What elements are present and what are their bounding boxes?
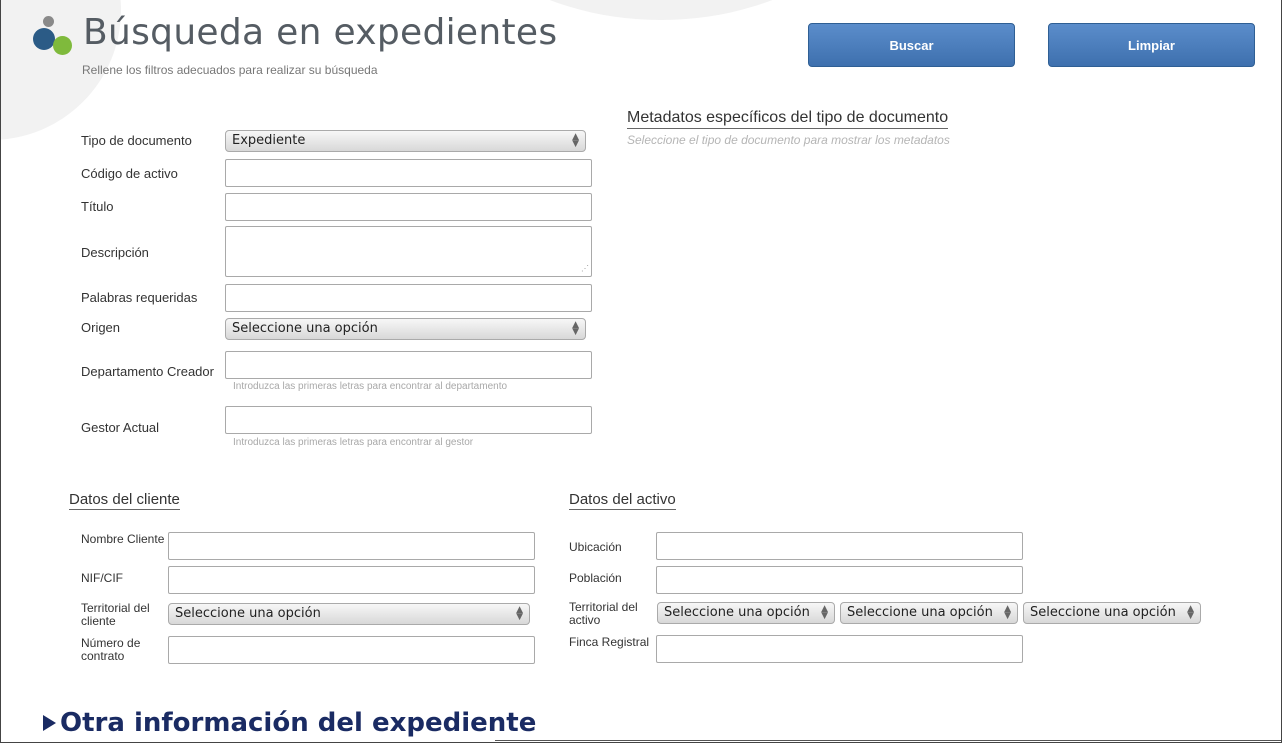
gestor-actual-input[interactable]: [225, 406, 592, 434]
palabras-requeridas-label: Palabras requeridas: [81, 290, 198, 305]
tipo-documento-select[interactable]: Expediente ▲ ▼: [225, 130, 586, 152]
metadatos-subtitle: Seleccione el tipo de documento para mos…: [627, 133, 950, 147]
descripcion-label: Descripción: [81, 245, 149, 260]
logo-dots-icon: [33, 16, 77, 60]
departamento-creador-label: Departamento Creador: [81, 364, 214, 379]
poblacion-input[interactable]: [656, 566, 1023, 594]
territorial-cliente-value: Seleccione una opción: [175, 606, 321, 621]
departamento-creador-input[interactable]: [225, 351, 592, 379]
territorial-activo-select-1[interactable]: Seleccione una opción ▲ ▼: [657, 602, 835, 624]
gestor-actual-label: Gestor Actual: [81, 420, 160, 435]
nombre-cliente-input[interactable]: [168, 532, 535, 560]
nif-cif-input[interactable]: [168, 566, 535, 594]
numero-contrato-input[interactable]: [168, 636, 535, 664]
updown-arrow-icon: ▲ ▼: [572, 320, 579, 337]
updown-arrow-icon: ▲ ▼: [1187, 604, 1194, 621]
otra-informacion-label: Otra información del expediente: [60, 708, 537, 738]
page-subtitle: Rellene los filtros adecuados para reali…: [82, 63, 378, 77]
finca-registral-input[interactable]: [656, 635, 1023, 663]
updown-arrow-icon: ▲ ▼: [1004, 604, 1011, 621]
territorial-activo-value-1: Seleccione una opción: [664, 605, 810, 620]
origen-label: Origen: [81, 320, 121, 335]
tipo-documento-value: Expediente: [232, 133, 306, 148]
origen-value: Seleccione una opción: [232, 321, 378, 336]
territorial-activo-value-3: Seleccione una opción: [1030, 605, 1176, 620]
territorial-cliente-select[interactable]: Seleccione una opción ▲ ▼: [168, 603, 530, 625]
limpiar-button[interactable]: Limpiar: [1048, 23, 1255, 67]
origen-select[interactable]: Seleccione una opción ▲ ▼: [225, 318, 586, 340]
updown-arrow-icon: ▲ ▼: [821, 604, 828, 621]
tipo-documento-label: Tipo de documento: [81, 133, 192, 148]
numero-contrato-label: Número de contrato: [81, 636, 141, 663]
poblacion-label: Población: [569, 571, 622, 585]
territorial-activo-label: Territorial del activo: [569, 600, 638, 627]
descripcion-textarea[interactable]: [225, 226, 592, 277]
gestor-hint: Introduzca las primeras letras para enco…: [233, 437, 474, 448]
titulo-label: Título: [81, 199, 114, 214]
page-title: Búsqueda en expedientes: [83, 12, 558, 53]
updown-arrow-icon: ▲ ▼: [516, 605, 523, 622]
territorial-activo-select-3[interactable]: Seleccione una opción ▲ ▼: [1023, 602, 1201, 624]
ubicacion-input[interactable]: [656, 532, 1023, 560]
search-page: Búsqueda en expedientes Rellene los filt…: [0, 0, 1282, 743]
metadatos-title: Metadatos específicos del tipo de docume…: [627, 109, 949, 129]
updown-arrow-icon: ▲ ▼: [572, 132, 579, 149]
territorial-activo-value-2: Seleccione una opción: [847, 605, 993, 620]
titulo-input[interactable]: [225, 193, 592, 221]
triangle-right-icon: [43, 715, 56, 731]
departamento-hint: Introduzca las primeras letras para enco…: [233, 381, 508, 392]
ubicacion-label: Ubicación: [569, 540, 622, 554]
section-divider: [495, 740, 1281, 741]
buscar-button[interactable]: Buscar: [808, 23, 1015, 67]
nombre-cliente-label: Nombre Cliente: [81, 532, 165, 546]
territorial-cliente-label: Territorial del cliente: [81, 601, 150, 628]
territorial-activo-select-2[interactable]: Seleccione una opción ▲ ▼: [840, 602, 1018, 624]
codigo-activo-label: Código de activo: [81, 166, 178, 181]
resize-grip-icon[interactable]: ⋰: [581, 264, 589, 273]
finca-registral-label: Finca Registral: [569, 635, 650, 649]
datos-activo-title: Datos del activo: [569, 491, 676, 510]
palabras-requeridas-input[interactable]: [225, 284, 592, 312]
otra-informacion-toggle[interactable]: Otra información del expediente: [43, 708, 536, 738]
codigo-activo-input[interactable]: [225, 159, 592, 187]
datos-cliente-title: Datos del cliente: [69, 491, 180, 510]
nif-cif-label: NIF/CIF: [81, 571, 123, 585]
